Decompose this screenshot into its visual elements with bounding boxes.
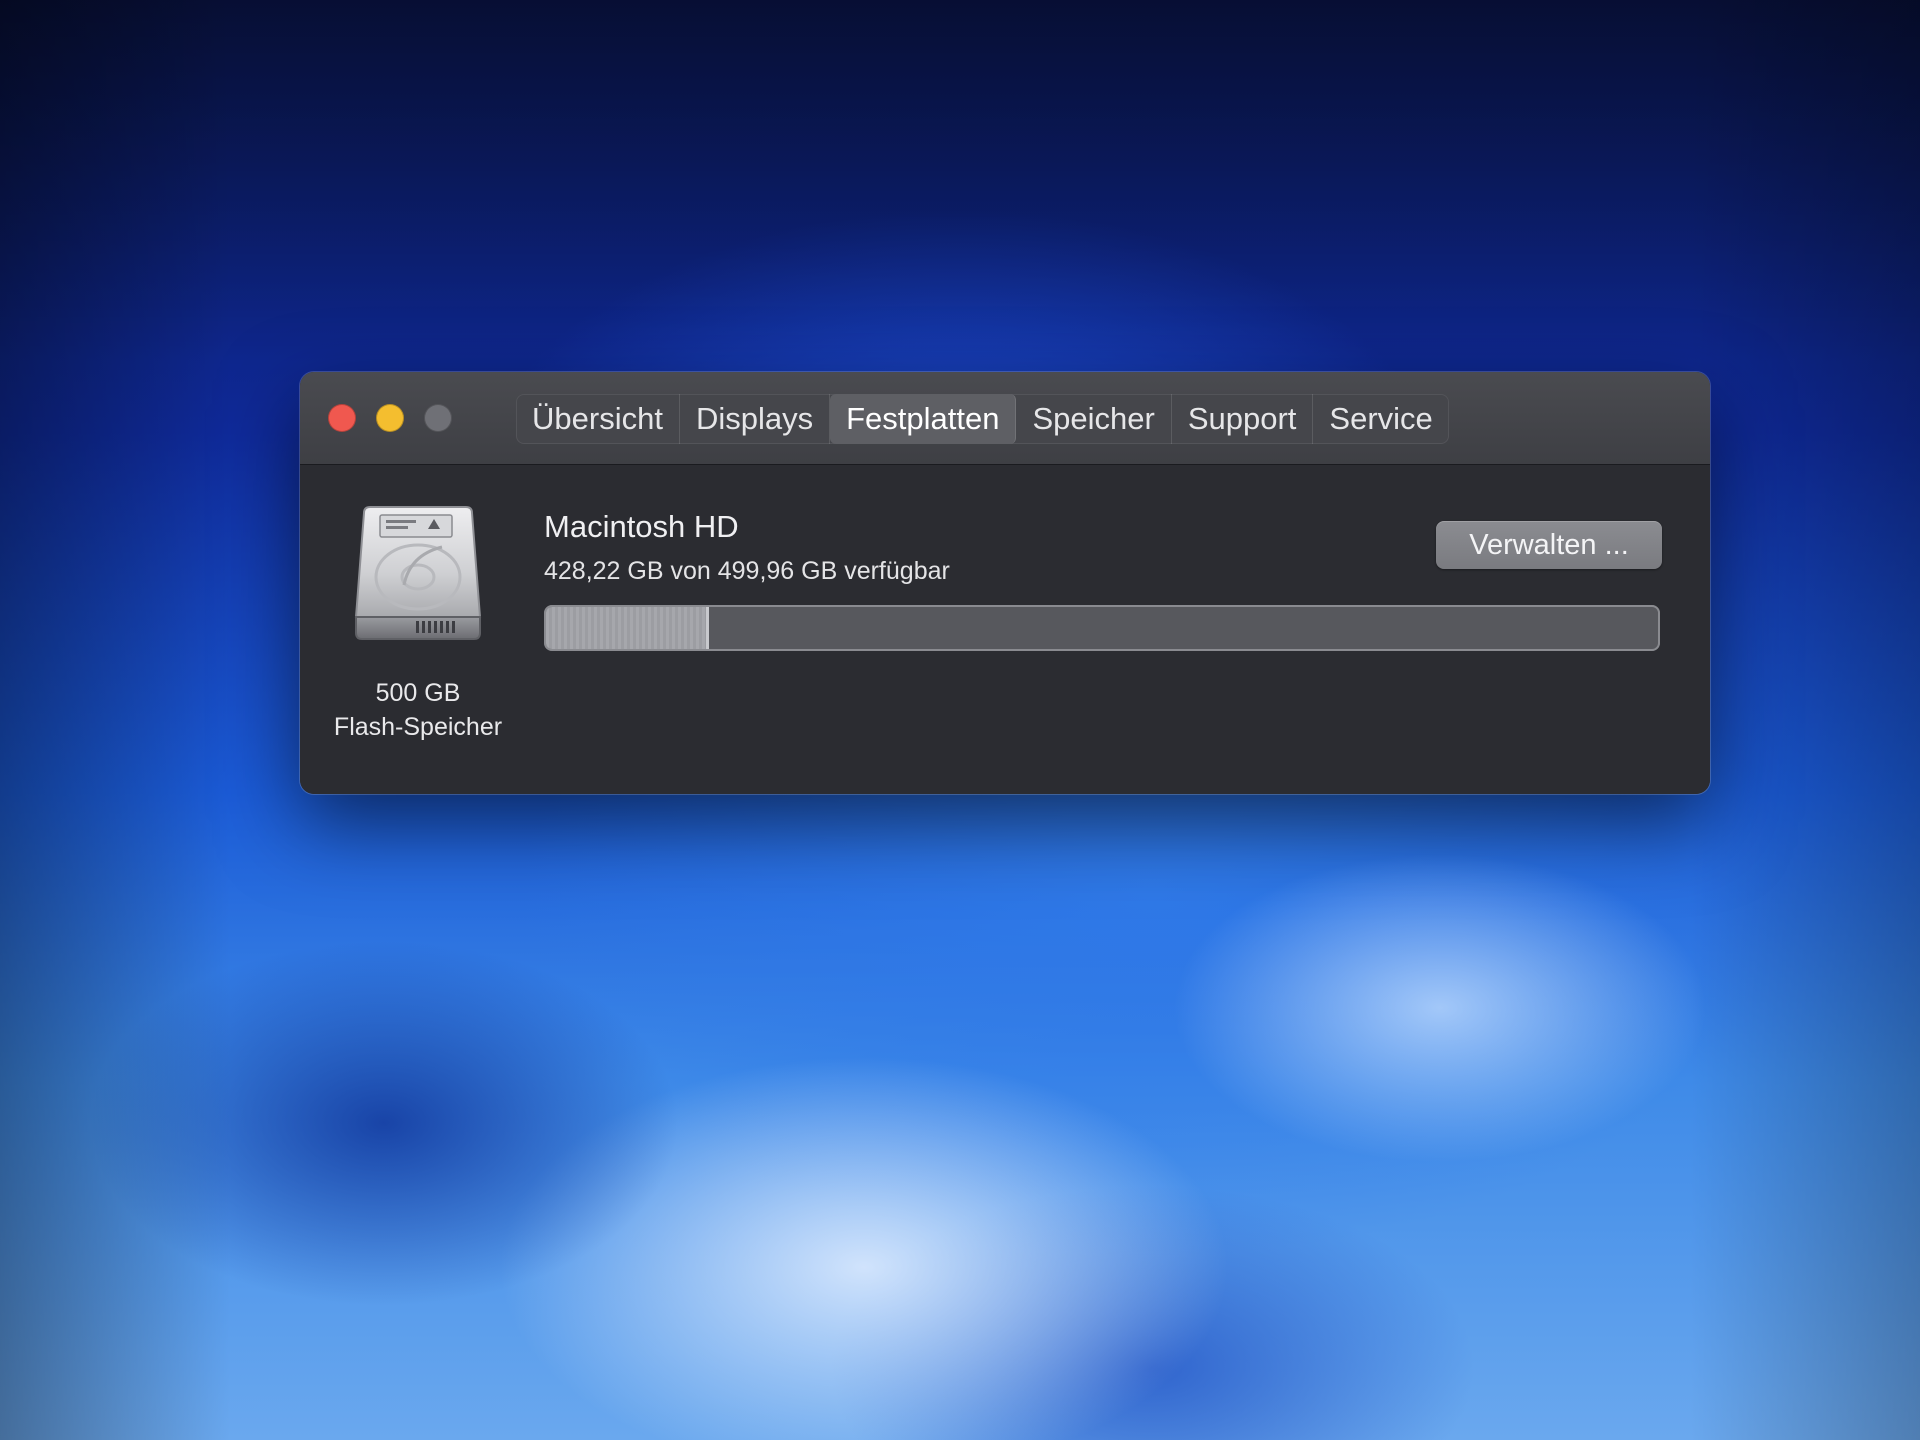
- tab-festplatten[interactable]: Festplatten: [830, 394, 1017, 444]
- storage-used-segment: [546, 607, 709, 649]
- title-bar: Übersicht Displays Festplatten Speicher …: [300, 372, 1710, 465]
- disk-type: Flash-Speicher: [333, 713, 503, 741]
- about-this-mac-window: Übersicht Displays Festplatten Speicher …: [300, 372, 1710, 794]
- manage-button[interactable]: Verwalten ...: [1436, 521, 1662, 569]
- storage-usage-bar: [544, 605, 1660, 651]
- tab-speicher[interactable]: Speicher: [1016, 394, 1172, 444]
- zoom-button[interactable]: [424, 404, 452, 432]
- close-button[interactable]: [328, 404, 356, 432]
- tab-displays[interactable]: Displays: [680, 394, 831, 444]
- minimize-button[interactable]: [376, 404, 404, 432]
- tab-uebersicht[interactable]: Übersicht: [516, 394, 680, 444]
- tab-bar: Übersicht Displays Festplatten Speicher …: [516, 394, 1449, 444]
- volume-availability: 428,22 GB von 499,96 GB verfügbar: [544, 557, 950, 585]
- hard-drive-icon: [354, 506, 482, 640]
- storage-panel: 500 GB Flash-Speicher Macintosh HD 428,2…: [300, 465, 1710, 794]
- disk-capacity: 500 GB: [375, 679, 461, 707]
- tab-support[interactable]: Support: [1172, 394, 1314, 444]
- tab-service[interactable]: Service: [1313, 394, 1448, 444]
- volume-name: Macintosh HD: [544, 509, 739, 544]
